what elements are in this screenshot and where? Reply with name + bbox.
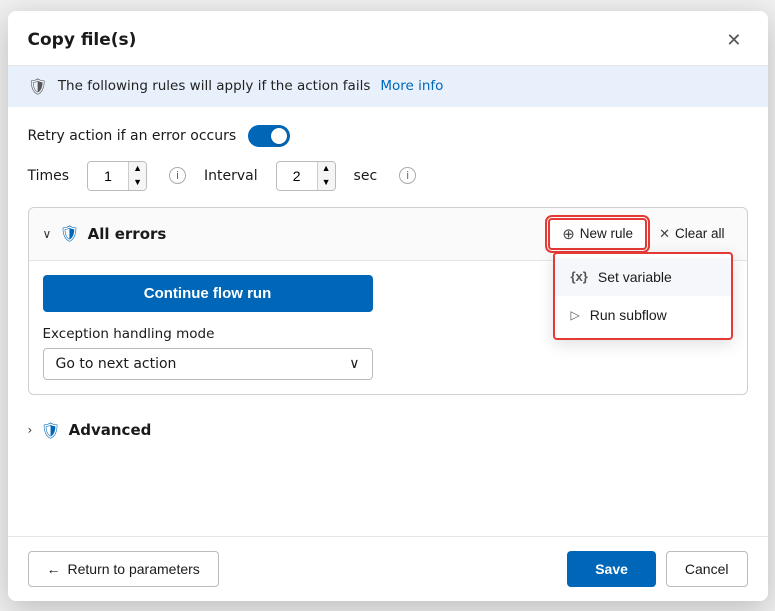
- more-info-link[interactable]: More info: [380, 78, 443, 94]
- interval-label: Interval: [204, 168, 258, 184]
- all-errors-left: ∨ 🛡 All errors: [43, 224, 167, 243]
- new-rule-label: New rule: [580, 226, 633, 241]
- interval-info-icon[interactable]: i: [399, 167, 416, 184]
- all-errors-shield-icon: 🛡: [59, 224, 79, 243]
- times-down-button[interactable]: ▼: [129, 176, 146, 190]
- all-errors-header: ∨ 🛡 All errors ⊕ New rule {x} Set variab…: [29, 208, 747, 261]
- shield-icon: 🛡: [28, 77, 48, 96]
- plus-circle-icon: ⊕: [562, 225, 575, 243]
- clear-all-button[interactable]: ✕ Clear all: [651, 221, 732, 247]
- run-subflow-icon: ▷: [571, 308, 580, 322]
- all-errors-chevron-icon[interactable]: ∨: [43, 227, 52, 241]
- all-errors-title: All errors: [88, 225, 167, 243]
- dialog-header: Copy file(s) ✕: [8, 11, 768, 66]
- clear-all-label: Clear all: [675, 226, 725, 241]
- return-label: Return to parameters: [68, 561, 200, 577]
- dialog-footer: ← Return to parameters Save Cancel: [8, 536, 768, 601]
- times-label: Times: [28, 168, 70, 184]
- interval-up-button[interactable]: ▲: [318, 162, 335, 176]
- all-errors-section: ∨ 🛡 All errors ⊕ New rule {x} Set variab…: [28, 207, 748, 395]
- chevron-down-icon: ∨: [349, 356, 359, 372]
- footer-right: Save Cancel: [567, 551, 747, 587]
- set-variable-label: Set variable: [598, 269, 672, 285]
- copy-files-dialog: Copy file(s) ✕ 🛡 The following rules wil…: [8, 11, 768, 601]
- continue-flow-button[interactable]: Continue flow run: [43, 275, 373, 312]
- return-arrow-icon: ←: [47, 561, 61, 577]
- times-input[interactable]: 1: [88, 162, 128, 190]
- info-banner: 🛡 The following rules will apply if the …: [8, 66, 768, 107]
- exception-mode-value: Go to next action: [56, 356, 177, 372]
- clear-all-x-icon: ✕: [659, 226, 670, 242]
- save-button[interactable]: Save: [567, 551, 656, 587]
- run-subflow-item[interactable]: ▷ Run subflow: [555, 296, 731, 334]
- new-rule-dropdown-popup: {x} Set variable ▷ Run subflow: [553, 252, 733, 340]
- interval-spinner: 2 ▲ ▼: [276, 161, 336, 191]
- all-errors-actions: ⊕ New rule {x} Set variable ▷ Run subflo…: [548, 218, 732, 250]
- times-arrows: ▲ ▼: [128, 162, 146, 190]
- info-banner-text: The following rules will apply if the ac…: [58, 78, 371, 94]
- times-up-button[interactable]: ▲: [129, 162, 146, 176]
- advanced-chevron-icon: ›: [28, 423, 33, 437]
- interval-arrows: ▲ ▼: [317, 162, 335, 190]
- advanced-label: Advanced: [69, 421, 152, 439]
- set-variable-icon: {x}: [571, 269, 588, 284]
- interval-input[interactable]: 2: [277, 162, 317, 190]
- cancel-button[interactable]: Cancel: [666, 551, 748, 587]
- set-variable-item[interactable]: {x} Set variable: [555, 258, 731, 296]
- retry-row: Retry action if an error occurs: [28, 125, 748, 147]
- new-rule-button[interactable]: ⊕ New rule: [548, 218, 647, 250]
- return-to-parameters-button[interactable]: ← Return to parameters: [28, 551, 219, 587]
- exception-mode-dropdown[interactable]: Go to next action ∨: [43, 348, 373, 380]
- sec-label: sec: [354, 168, 378, 184]
- advanced-section[interactable]: › 🛡 Advanced: [28, 409, 748, 448]
- times-info-icon[interactable]: i: [169, 167, 186, 184]
- retry-toggle[interactable]: [248, 125, 290, 147]
- retry-label: Retry action if an error occurs: [28, 128, 237, 144]
- advanced-shield-icon: 🛡: [40, 421, 60, 440]
- dialog-body: Retry action if an error occurs Times 1 …: [8, 107, 768, 536]
- close-button[interactable]: ✕: [720, 27, 747, 53]
- dialog-title: Copy file(s): [28, 30, 137, 50]
- times-spinner: 1 ▲ ▼: [87, 161, 147, 191]
- run-subflow-label: Run subflow: [590, 307, 667, 323]
- interval-down-button[interactable]: ▼: [318, 176, 335, 190]
- times-interval-row: Times 1 ▲ ▼ i Interval 2 ▲ ▼ sec i: [28, 161, 748, 191]
